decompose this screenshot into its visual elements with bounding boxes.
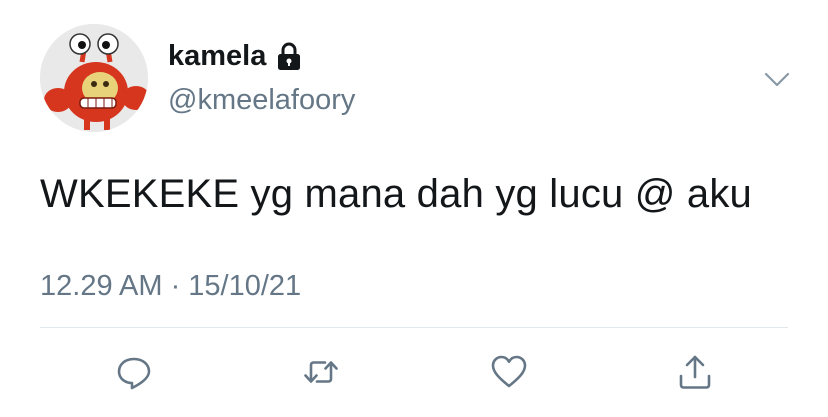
tweet-text: WKEKEKE yg mana dah yg lucu @ aku xyxy=(40,172,752,216)
user-handle[interactable]: @kmeelafoory xyxy=(168,84,355,117)
share-icon xyxy=(679,355,711,389)
avatar[interactable] xyxy=(40,24,148,132)
display-name-row[interactable]: kamela xyxy=(168,40,302,73)
lock-icon xyxy=(276,42,302,72)
retweet-icon xyxy=(304,361,338,383)
display-name[interactable]: kamela xyxy=(168,40,266,73)
share-button[interactable] xyxy=(673,350,717,394)
retweet-button[interactable] xyxy=(299,350,343,394)
divider xyxy=(40,327,788,328)
like-button[interactable] xyxy=(487,350,531,394)
avatar-image xyxy=(40,24,148,132)
chevron-down-icon[interactable] xyxy=(762,64,792,94)
reply-button[interactable] xyxy=(112,350,156,394)
tweet-timestamp[interactable]: 12.29 AM · 15/10/21 xyxy=(40,270,301,303)
reply-icon xyxy=(117,357,151,390)
heart-icon xyxy=(491,355,527,388)
